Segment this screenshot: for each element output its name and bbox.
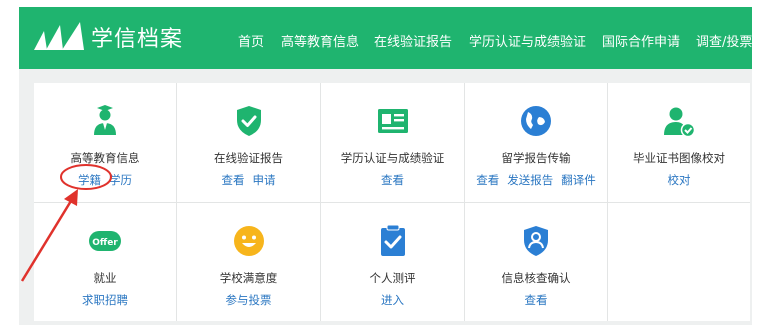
offer-icon-label: Offer — [92, 238, 118, 248]
brand-title: 学信档案 — [91, 27, 184, 52]
link-vote[interactable]: 参与投票 — [226, 293, 272, 307]
service-study-abroad-report: 留学报告传输 查看 发送报告 翻译件 — [465, 83, 607, 202]
link-view[interactable]: 查看 — [476, 173, 499, 187]
service-school-satisfaction: 学校满意度 参与投票 — [177, 203, 320, 321]
nav-survey[interactable]: 调查/投票 — [696, 31, 752, 50]
link-job-search[interactable]: 求职招聘 — [82, 293, 128, 307]
service-title: 高等教育信息 — [70, 151, 140, 165]
link-view[interactable]: 查看 — [525, 293, 548, 307]
link-degree[interactable]: 学历 — [109, 173, 132, 187]
service-title: 留学报告传输 — [501, 151, 571, 165]
nav-higher-education[interactable]: 高等教育信息 — [281, 31, 359, 50]
service-info-verification: 信息核查确认 查看 — [465, 203, 607, 321]
graduate-icon — [94, 105, 116, 135]
logo-icon — [34, 22, 84, 50]
service-degree-certification: 学历认证与成绩验证 查看 — [321, 83, 464, 202]
service-certificate-proofread: 毕业证书图像校对 校对 — [608, 83, 750, 202]
nav-degree-certification[interactable]: 学历认证与成绩验证 — [469, 31, 586, 50]
service-higher-education: 高等教育信息 学籍 学历 — [34, 83, 176, 202]
service-personal-assessment: 个人测评 进入 — [321, 203, 464, 321]
service-online-verification: 在线验证报告 查看 申请 — [177, 83, 320, 202]
service-title: 在线验证报告 — [214, 151, 283, 165]
service-employment: Offer 就业 求职招聘 — [34, 203, 176, 321]
clipboard-check-icon — [380, 225, 405, 256]
link-view[interactable]: 查看 — [222, 173, 245, 187]
link-view[interactable]: 查看 — [381, 173, 404, 187]
empty-cell — [608, 203, 750, 321]
service-title: 个人测评 — [369, 271, 416, 285]
link-translation[interactable]: 翻译件 — [561, 173, 596, 187]
nav-home[interactable]: 首页 — [238, 31, 264, 50]
service-title: 信息核查确认 — [501, 271, 571, 285]
offer-icon: Offer — [89, 231, 121, 251]
smile-icon — [233, 226, 264, 256]
service-title: 学历认证与成绩验证 — [340, 151, 445, 165]
link-apply[interactable]: 申请 — [253, 173, 276, 187]
id-card-icon — [377, 109, 408, 133]
nav-online-verification[interactable]: 在线验证报告 — [374, 31, 452, 50]
service-grid: 高等教育信息 学籍 学历 在线验证报告 查看 申请 学历认证与成绩验证 查看 留… — [34, 83, 750, 321]
service-title: 毕业证书图像校对 — [633, 151, 725, 165]
link-proofread[interactable]: 校对 — [668, 173, 691, 187]
link-enter[interactable]: 进入 — [381, 293, 404, 307]
shield-check-icon — [236, 106, 261, 136]
nav-international[interactable]: 国际合作申请 — [602, 31, 680, 50]
service-title: 学校满意度 — [219, 271, 278, 285]
person-shield-icon — [524, 226, 548, 256]
user-verified-icon — [664, 107, 695, 137]
link-send-report[interactable]: 发送报告 — [507, 173, 553, 187]
link-student-status[interactable]: 学籍 — [78, 173, 101, 187]
service-title: 就业 — [93, 271, 117, 285]
globe-icon — [521, 106, 551, 136]
